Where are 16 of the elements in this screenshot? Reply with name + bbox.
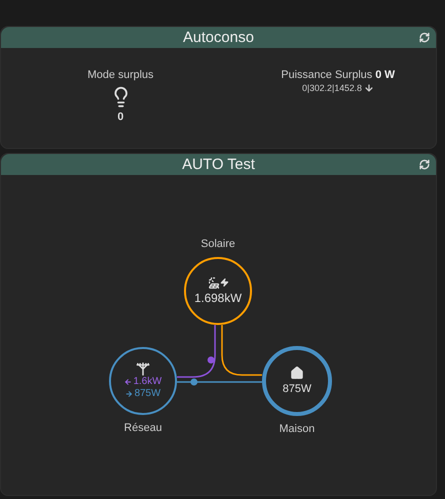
- grid-export-value: 875W: [134, 388, 161, 400]
- home-node[interactable]: 875W: [262, 346, 332, 416]
- sensor-label: Mode surplus: [88, 68, 154, 82]
- node-label: Solaire: [200, 237, 236, 251]
- sensor-value: 0: [117, 110, 124, 124]
- node-value: 1.698kW: [194, 290, 242, 306]
- node-label: Maison: [279, 422, 315, 436]
- grid-import-value: 1.6kW: [133, 376, 162, 388]
- node-label: Réseau: [124, 421, 162, 435]
- card-title: AUTO Test: [182, 157, 255, 172]
- sensor-stats: 0|302.2|1452.8: [302, 82, 362, 94]
- sensor-label: Puissance Surplus 0 W: [281, 68, 395, 82]
- solar-node[interactable]: 1.698kW: [184, 257, 252, 325]
- node-value: 875W: [282, 382, 312, 396]
- card-title: Autoconso: [183, 30, 254, 45]
- grid-node[interactable]: 1.6kW 875W: [109, 347, 177, 415]
